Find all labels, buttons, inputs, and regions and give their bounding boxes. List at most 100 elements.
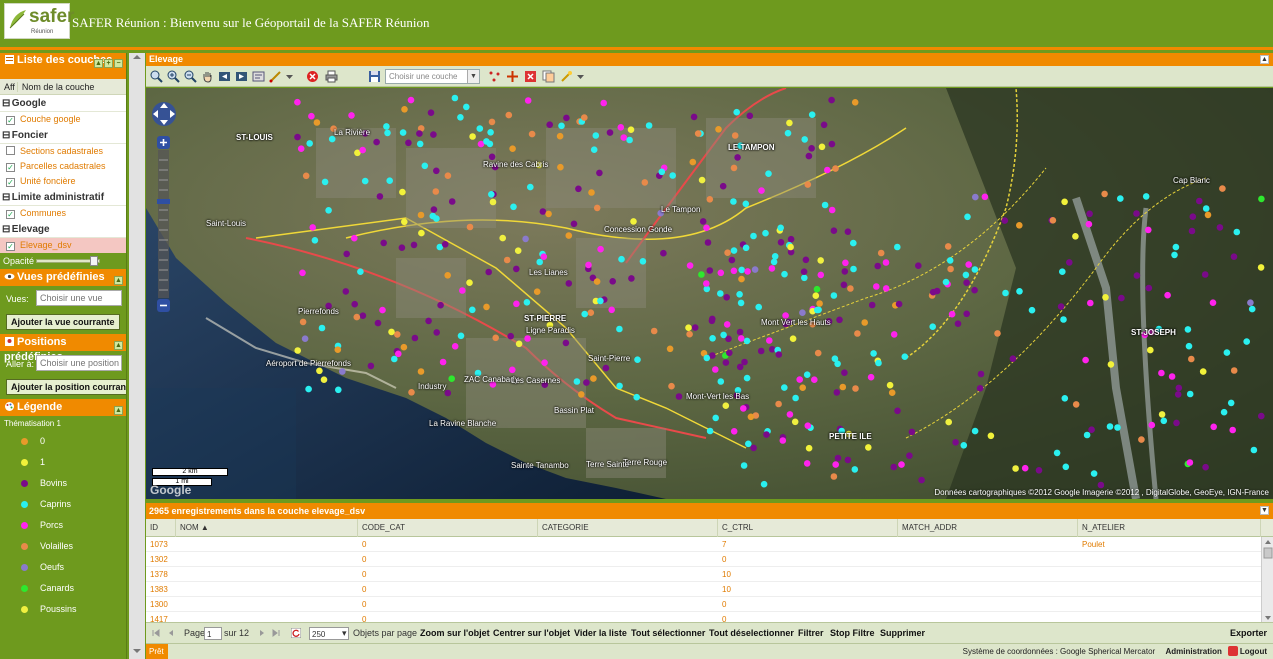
next-view-icon[interactable] bbox=[235, 70, 248, 83]
elevage-marker[interactable] bbox=[1168, 373, 1176, 380]
elevage-marker[interactable] bbox=[1210, 423, 1217, 431]
elevage-marker[interactable] bbox=[1247, 299, 1254, 306]
elevage-marker[interactable] bbox=[405, 139, 412, 147]
elevage-marker[interactable] bbox=[698, 176, 706, 184]
elevage-marker[interactable] bbox=[448, 375, 456, 383]
elevage-marker[interactable] bbox=[770, 258, 778, 266]
collapse-minus-icon[interactable]: ⊟ bbox=[2, 221, 10, 238]
elevage-marker[interactable] bbox=[386, 177, 393, 184]
elevage-marker[interactable] bbox=[828, 206, 836, 214]
table-row[interactable]: 1302 0 0 bbox=[146, 552, 1273, 567]
elevage-marker[interactable] bbox=[981, 193, 989, 201]
elevage-marker[interactable] bbox=[1066, 259, 1073, 266]
elevage-marker[interactable] bbox=[726, 349, 733, 357]
elevage-marker[interactable] bbox=[808, 111, 816, 118]
elevage-marker[interactable] bbox=[1202, 463, 1209, 471]
elevage-marker[interactable] bbox=[583, 379, 590, 386]
elevage-marker[interactable] bbox=[1085, 220, 1093, 228]
elevage-marker[interactable] bbox=[719, 182, 727, 190]
elevage-marker[interactable] bbox=[833, 389, 841, 396]
grid-column-header[interactable]: N_ATELIER bbox=[1078, 519, 1261, 537]
elevage-marker[interactable] bbox=[1189, 213, 1197, 220]
elevage-marker[interactable] bbox=[882, 285, 890, 292]
elevage-marker[interactable] bbox=[1016, 288, 1023, 295]
elevage-marker[interactable] bbox=[850, 265, 857, 273]
elevage-marker[interactable] bbox=[736, 328, 744, 336]
elevage-marker[interactable] bbox=[712, 366, 719, 373]
elevage-marker[interactable] bbox=[715, 126, 722, 133]
elevage-marker[interactable] bbox=[730, 164, 738, 172]
elevage-marker[interactable] bbox=[1188, 355, 1195, 363]
elevage-marker[interactable] bbox=[401, 218, 408, 226]
elevage-marker[interactable] bbox=[528, 130, 536, 138]
elevage-marker[interactable] bbox=[1223, 349, 1231, 356]
elevage-marker[interactable] bbox=[942, 278, 950, 286]
elevage-marker[interactable] bbox=[1147, 346, 1154, 354]
elevage-marker[interactable] bbox=[1257, 264, 1265, 271]
elevage-marker[interactable] bbox=[722, 402, 730, 410]
elevage-marker[interactable] bbox=[301, 335, 309, 342]
elevage-marker[interactable] bbox=[433, 329, 441, 336]
elevage-marker[interactable] bbox=[708, 317, 716, 325]
elevage-marker[interactable] bbox=[808, 145, 815, 152]
layer-checkbox[interactable]: ✓ bbox=[6, 178, 15, 187]
elevage-marker[interactable] bbox=[488, 118, 496, 126]
elevage-marker[interactable] bbox=[852, 385, 859, 392]
elevage-marker[interactable] bbox=[1090, 470, 1098, 477]
elevage-marker[interactable] bbox=[384, 129, 391, 137]
elevage-marker[interactable] bbox=[299, 318, 307, 326]
elevage-marker[interactable] bbox=[1188, 227, 1196, 235]
elevage-marker[interactable] bbox=[523, 299, 531, 306]
vues-select[interactable] bbox=[36, 290, 122, 306]
elevage-marker[interactable] bbox=[1087, 299, 1094, 307]
elevage-marker[interactable] bbox=[1061, 198, 1068, 206]
elevage-marker[interactable] bbox=[343, 250, 350, 258]
table-row[interactable]: 1383 0 10 bbox=[146, 582, 1273, 597]
elevage-marker[interactable] bbox=[787, 243, 794, 251]
elevage-marker[interactable] bbox=[1185, 342, 1193, 350]
elevage-marker[interactable] bbox=[1258, 195, 1265, 203]
elevage-marker[interactable] bbox=[867, 373, 875, 381]
elevage-marker[interactable] bbox=[437, 301, 444, 309]
elevage-marker[interactable] bbox=[524, 335, 531, 342]
elevage-marker[interactable] bbox=[483, 303, 490, 311]
elevage-marker[interactable] bbox=[400, 343, 408, 351]
elevage-marker[interactable] bbox=[527, 183, 534, 191]
add-icon[interactable]: + bbox=[104, 59, 113, 68]
elevage-marker[interactable] bbox=[805, 444, 813, 452]
grid-column-header[interactable]: ID bbox=[146, 519, 176, 537]
pager-action-button[interactable]: Tout déselectionner bbox=[709, 627, 794, 640]
elevage-marker[interactable] bbox=[444, 272, 452, 279]
pager-action-button[interactable]: Filtrer bbox=[798, 627, 824, 640]
elevage-marker[interactable] bbox=[1204, 211, 1212, 219]
layer-item[interactable]: ✓ Unité foncière bbox=[0, 174, 126, 189]
layer-group[interactable]: ⊟ Foncier bbox=[0, 127, 126, 144]
elevage-marker[interactable] bbox=[299, 269, 306, 277]
elevage-marker[interactable] bbox=[373, 138, 380, 146]
chevron-down-icon[interactable] bbox=[283, 70, 296, 83]
grid-column-header[interactable]: MATCH_ADDR bbox=[898, 519, 1078, 537]
elevage-marker[interactable] bbox=[509, 145, 516, 152]
elevage-marker[interactable] bbox=[457, 114, 464, 121]
sidebar-splitter[interactable] bbox=[128, 53, 146, 659]
elevage-marker[interactable] bbox=[488, 191, 495, 198]
grid-scrollbar[interactable] bbox=[1261, 537, 1273, 623]
elevage-marker[interactable] bbox=[522, 235, 529, 243]
elevage-marker[interactable] bbox=[1083, 431, 1091, 439]
elevage-marker[interactable] bbox=[401, 106, 408, 113]
elevage-marker[interactable] bbox=[1118, 294, 1125, 302]
collapse-up-icon[interactable]: ▲ bbox=[94, 59, 103, 68]
copy-icon[interactable] bbox=[542, 70, 555, 83]
elevage-marker[interactable] bbox=[1049, 217, 1057, 224]
elevage-marker[interactable] bbox=[1199, 368, 1207, 375]
elevage-marker[interactable] bbox=[895, 300, 903, 308]
elevage-marker[interactable] bbox=[1172, 243, 1180, 251]
refresh-icon[interactable] bbox=[291, 628, 301, 638]
first-page-icon[interactable] bbox=[151, 628, 161, 638]
elevage-marker[interactable] bbox=[689, 158, 697, 166]
grid-column-header[interactable]: NOM ▲ bbox=[176, 519, 358, 537]
elevage-marker[interactable] bbox=[1053, 449, 1061, 457]
elevage-marker[interactable] bbox=[817, 271, 825, 279]
elevage-marker[interactable] bbox=[311, 237, 319, 244]
elevage-marker[interactable] bbox=[1201, 271, 1209, 278]
